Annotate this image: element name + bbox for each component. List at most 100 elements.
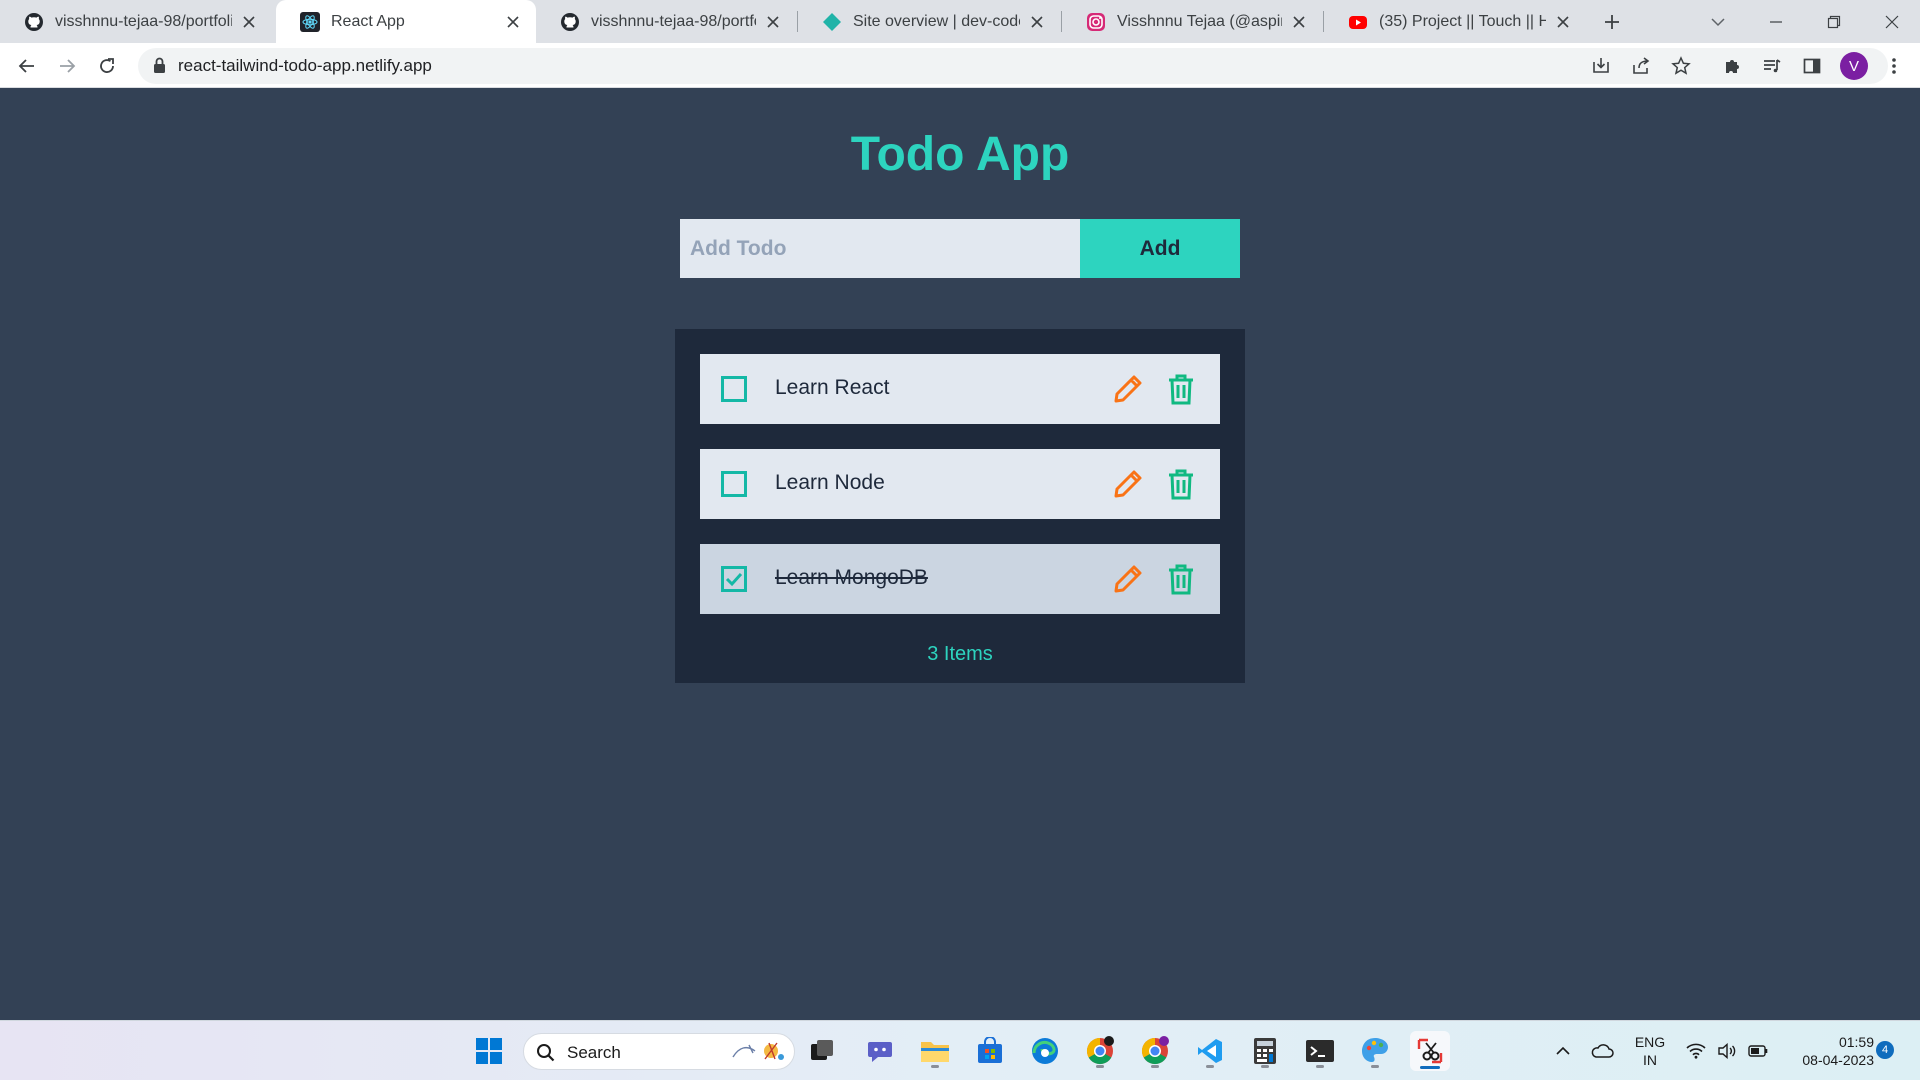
kebab-menu-icon[interactable] bbox=[1877, 49, 1911, 83]
todo-checkbox[interactable] bbox=[721, 376, 747, 402]
taskbar: Search ENG IN 01:59 08-04-2023 4 bbox=[0, 1020, 1920, 1080]
show-hidden-icons-chevron[interactable] bbox=[1550, 1021, 1576, 1080]
search-label: Search bbox=[567, 1043, 621, 1062]
clock-date: 08-04-2023 bbox=[1802, 1052, 1874, 1068]
minimize-button[interactable] bbox=[1748, 0, 1804, 43]
add-todo-input[interactable] bbox=[680, 219, 1080, 278]
teams-chat-icon[interactable] bbox=[860, 1031, 900, 1071]
tab-react-app[interactable]: React App bbox=[276, 0, 536, 43]
running-indicator bbox=[1096, 1065, 1104, 1068]
battery-icon[interactable] bbox=[1745, 1021, 1771, 1080]
browser-toolbar: react-tailwind-todo-app.netlify.app V bbox=[0, 43, 1920, 88]
delete-trash-icon[interactable] bbox=[1163, 371, 1199, 407]
notification-badge[interactable]: 4 bbox=[1876, 1041, 1894, 1059]
running-indicator bbox=[1316, 1065, 1324, 1068]
windows-start-icon[interactable] bbox=[469, 1031, 509, 1071]
clock[interactable]: 01:59 08-04-2023 bbox=[1782, 1021, 1874, 1080]
todo-item: Learn Node bbox=[700, 449, 1220, 519]
todo-text: Learn React bbox=[775, 376, 890, 399]
search-highlight-icon bbox=[729, 1039, 789, 1070]
install-app-button[interactable] bbox=[1584, 49, 1618, 83]
react-icon bbox=[300, 11, 320, 32]
edge-browser-icon[interactable] bbox=[1025, 1031, 1065, 1071]
running-indicator bbox=[1206, 1065, 1214, 1068]
todo-text: Learn MongoDB bbox=[775, 566, 928, 589]
running-indicator bbox=[1151, 1065, 1159, 1068]
back-button[interactable] bbox=[10, 49, 44, 83]
tab-github-portfolio-2[interactable]: visshnnu-tejaa-98/portfolio bbox=[536, 0, 796, 43]
add-button[interactable]: Add bbox=[1080, 219, 1240, 278]
snipping-tool-icon[interactable] bbox=[1410, 1031, 1450, 1071]
chrome-icon[interactable] bbox=[1080, 1031, 1120, 1071]
tab-title: visshnnu-tejaa-98/portfolio bbox=[591, 12, 756, 30]
extensions-puzzle-icon[interactable] bbox=[1715, 49, 1749, 83]
lock-icon[interactable] bbox=[153, 57, 166, 79]
close-window-button[interactable] bbox=[1864, 0, 1920, 43]
close-tab-icon[interactable] bbox=[1026, 11, 1048, 33]
tab-github-portfolio-1[interactable]: visshnnu-tejaa-98/portfolio bbox=[0, 0, 272, 43]
language-indicator[interactable]: ENG IN bbox=[1628, 1021, 1672, 1080]
share-button[interactable] bbox=[1624, 49, 1658, 83]
onedrive-cloud-icon[interactable] bbox=[1588, 1021, 1616, 1080]
microsoft-store-icon[interactable] bbox=[970, 1031, 1010, 1071]
edit-pencil-icon[interactable] bbox=[1110, 466, 1146, 502]
paint-icon[interactable] bbox=[1355, 1031, 1395, 1071]
restore-button[interactable] bbox=[1806, 0, 1862, 43]
volume-icon[interactable] bbox=[1714, 1021, 1740, 1080]
tab-netlify-site[interactable]: Site overview | dev-codepen bbox=[798, 0, 1060, 43]
forward-button[interactable] bbox=[50, 49, 84, 83]
close-tab-icon[interactable] bbox=[238, 11, 260, 33]
taskbar-search[interactable]: Search bbox=[523, 1033, 795, 1070]
checkmark-icon bbox=[725, 572, 743, 587]
page-content: Todo App Add Learn React Learn Node bbox=[0, 89, 1920, 1020]
running-indicator bbox=[1371, 1065, 1379, 1068]
reading-list-icon[interactable] bbox=[1755, 49, 1789, 83]
edit-pencil-icon[interactable] bbox=[1110, 371, 1146, 407]
items-count: 3 Items bbox=[927, 643, 993, 665]
delete-trash-icon[interactable] bbox=[1163, 466, 1199, 502]
running-indicator bbox=[1261, 1065, 1269, 1068]
todo-item: Learn React bbox=[700, 354, 1220, 424]
tab-title: Visshnnu Tejaa (@aspiring_ bbox=[1117, 12, 1282, 30]
wifi-icon[interactable] bbox=[1683, 1021, 1709, 1080]
profile-avatar[interactable]: V bbox=[1840, 52, 1868, 80]
tab-instagram[interactable]: Visshnnu Tejaa (@aspiring_ bbox=[1062, 0, 1322, 43]
close-tab-icon[interactable] bbox=[1552, 11, 1574, 33]
app-title: Todo App bbox=[850, 128, 1070, 181]
tab-search-button[interactable] bbox=[1690, 0, 1746, 43]
active-app-indicator bbox=[1420, 1066, 1440, 1069]
tab-strip: visshnnu-tejaa-98/portfolio React App vi… bbox=[0, 0, 1920, 43]
chrome-profile-icon[interactable] bbox=[1135, 1031, 1175, 1071]
tab-youtube[interactable]: (35) Project || Touch || HTML bbox=[1324, 0, 1586, 43]
file-explorer-icon[interactable] bbox=[915, 1031, 955, 1071]
todo-checkbox[interactable] bbox=[721, 471, 747, 497]
close-tab-icon[interactable] bbox=[1288, 11, 1310, 33]
search-icon bbox=[536, 1043, 555, 1067]
close-tab-icon[interactable] bbox=[502, 11, 524, 33]
tab-title: visshnnu-tejaa-98/portfolio bbox=[55, 12, 232, 30]
side-panel-icon[interactable] bbox=[1795, 49, 1829, 83]
running-indicator bbox=[931, 1065, 939, 1068]
tab-title: Site overview | dev-codepen bbox=[853, 12, 1020, 30]
todo-list-panel: Learn React Learn Node Learn MongoDB 3 I… bbox=[675, 329, 1245, 683]
close-tab-icon[interactable] bbox=[762, 11, 784, 33]
netlify-icon bbox=[822, 12, 842, 32]
new-tab-button[interactable] bbox=[1598, 8, 1626, 36]
todo-text: Learn Node bbox=[775, 471, 885, 494]
task-view-icon[interactable] bbox=[802, 1031, 842, 1071]
region-code: IN bbox=[1643, 1052, 1657, 1068]
bookmark-star-icon[interactable] bbox=[1664, 49, 1698, 83]
language-code: ENG bbox=[1634, 1034, 1666, 1050]
edit-pencil-icon[interactable] bbox=[1110, 561, 1146, 597]
github-icon bbox=[560, 12, 580, 32]
youtube-icon bbox=[1348, 12, 1368, 32]
todo-checkbox-checked[interactable] bbox=[721, 566, 747, 592]
reload-button[interactable] bbox=[90, 49, 124, 83]
vscode-icon[interactable] bbox=[1190, 1031, 1230, 1071]
terminal-icon[interactable] bbox=[1300, 1031, 1340, 1071]
tab-title: (35) Project || Touch || HTML bbox=[1379, 12, 1546, 30]
todo-item-completed: Learn MongoDB bbox=[700, 544, 1220, 614]
delete-trash-icon[interactable] bbox=[1163, 561, 1199, 597]
tab-title: React App bbox=[331, 12, 405, 30]
calculator-icon[interactable] bbox=[1245, 1031, 1285, 1071]
